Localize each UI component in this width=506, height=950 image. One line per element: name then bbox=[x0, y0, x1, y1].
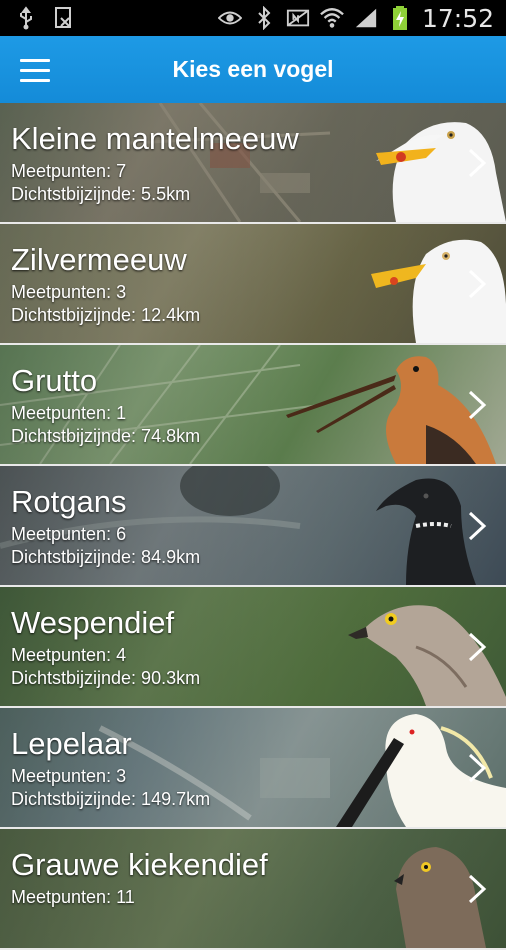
bird-name: Kleine mantelmeeuw bbox=[11, 121, 299, 156]
chevron-right-icon bbox=[468, 269, 487, 299]
battery-charging-icon bbox=[388, 6, 412, 30]
nearest-distance: Dichtstbijzijnde: 12.4km bbox=[11, 305, 201, 325]
chevron-right-icon bbox=[468, 753, 487, 783]
bird-name: Grutto bbox=[11, 363, 98, 398]
chevron-right-icon bbox=[468, 632, 487, 662]
status-bar: 17:52 bbox=[0, 0, 506, 36]
bird-row-lepelaar[interactable]: Lepelaar Meetpunten: 3 Dichtstbijzijnde:… bbox=[0, 708, 506, 829]
eye-icon bbox=[217, 6, 242, 30]
chevron-right-icon bbox=[468, 511, 487, 541]
bird-name: Grauwe kiekendief bbox=[11, 847, 268, 882]
bird-name: Lepelaar bbox=[11, 726, 132, 761]
clock: 17:52 bbox=[421, 3, 494, 33]
chevron-right-icon bbox=[468, 148, 487, 178]
meetpunten-count: Meetpunten: 4 bbox=[11, 645, 127, 665]
meetpunten-count: Meetpunten: 11 bbox=[11, 887, 135, 907]
nearest-distance: Dichtstbijzijnde: 84.9km bbox=[11, 547, 201, 567]
meetpunten-count: Meetpunten: 7 bbox=[11, 161, 127, 181]
nearest-distance: Dichtstbijzijnde: 74.8km bbox=[11, 426, 201, 446]
nearest-distance: Dichtstbijzijnde: 149.7km bbox=[11, 789, 211, 809]
bird-row-grauwe-kiekendief[interactable]: Grauwe kiekendief Meetpunten: 11 bbox=[0, 829, 506, 950]
bird-name: Zilvermeeuw bbox=[11, 242, 187, 277]
bluetooth-icon bbox=[252, 6, 276, 30]
meetpunten-count: Meetpunten: 3 bbox=[11, 766, 127, 786]
chevron-right-icon bbox=[468, 874, 487, 904]
bird-row-rotgans[interactable]: Rotgans Meetpunten: 6 Dichtstbijzijnde: … bbox=[0, 466, 506, 587]
bird-name: Rotgans bbox=[11, 484, 127, 519]
app-bar: Kies een vogel bbox=[0, 36, 506, 103]
nearest-distance: Dichtstbijzijnde: 90.3km bbox=[11, 668, 201, 688]
chevron-right-icon bbox=[468, 390, 487, 420]
screenshot-icon bbox=[52, 6, 76, 30]
bird-row-wespendief[interactable]: Wespendief Meetpunten: 4 Dichtstbijzijnd… bbox=[0, 587, 506, 708]
nearest-distance: Dichtstbijzijnde: 5.5km bbox=[11, 184, 191, 204]
wifi-icon bbox=[320, 6, 344, 30]
nfc-icon bbox=[286, 6, 310, 30]
meetpunten-count: Meetpunten: 3 bbox=[11, 282, 127, 302]
page-title: Kies een vogel bbox=[172, 56, 334, 82]
usb-icon bbox=[14, 6, 38, 30]
signal-icon bbox=[354, 6, 378, 30]
bird-row-kleine-mantelmeeuw[interactable]: Kleine mantelmeeuw Meetpunten: 7 Dichtst… bbox=[0, 103, 506, 224]
bird-row-grutto[interactable]: Grutto Meetpunten: 1 Dichtstbijzijnde: 7… bbox=[0, 345, 506, 466]
bird-name: Wespendief bbox=[11, 605, 175, 640]
bird-list: Kleine mantelmeeuw Meetpunten: 7 Dichtst… bbox=[0, 103, 506, 950]
meetpunten-count: Meetpunten: 6 bbox=[11, 524, 127, 544]
meetpunten-count: Meetpunten: 1 bbox=[11, 403, 127, 423]
bird-row-zilvermeeuw[interactable]: Zilvermeeuw Meetpunten: 3 Dichtstbijzijn… bbox=[0, 224, 506, 345]
